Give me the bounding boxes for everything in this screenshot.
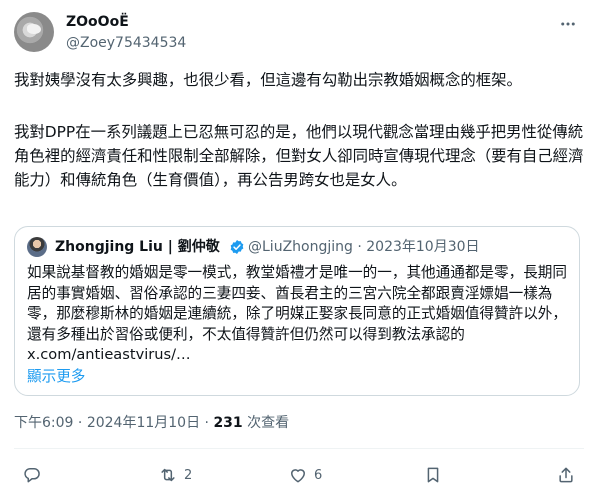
tweet-text-paragraph: 我對姨學沒有太多興趣，也很少看，但這邊有勾勒出宗教婚姻概念的框架。	[14, 71, 522, 89]
tweet: ZOoOoË @Zoey75434534 我對姨學沒有太多興趣，也很少看，但這邊…	[0, 0, 598, 504]
like-count: 6	[314, 467, 323, 483]
bookmark-icon	[427, 467, 439, 483]
heart-icon	[291, 469, 305, 483]
reply-icon	[24, 468, 40, 483]
author-handle[interactable]: @Zoey75434534	[66, 34, 186, 52]
views-label: 次查看	[247, 415, 290, 431]
tweet-time[interactable]: 下午6:09	[14, 415, 73, 431]
quoted-meta: @LiuZhongjing · 2023年10月30日	[248, 238, 480, 256]
divider	[14, 448, 584, 449]
more-icon	[561, 22, 575, 26]
views-count: 231	[213, 415, 243, 431]
author-avatar[interactable]	[14, 12, 54, 52]
bookmark-button[interactable]	[423, 464, 443, 486]
tweet-text-paragraph: 我對DPP在一系列議題上已忍無可忍的是，他們以現代觀念當理由幾乎把男性從傳統角色…	[14, 123, 584, 189]
quoted-tweet-card[interactable]: Zhongjing Liu | 劉仲敬 @LiuZhongjing · 2023…	[14, 226, 580, 396]
retweet-button[interactable]: 2	[158, 464, 192, 486]
more-options-button[interactable]	[556, 14, 580, 34]
show-more-link[interactable]: 顯示更多	[27, 367, 85, 387]
quoted-author-display-name: Zhongjing Liu | 劉仲敬	[55, 239, 220, 255]
tweet-date[interactable]: 2024年11月10日	[87, 415, 200, 431]
quoted-tweet-text: 如果說基督教的婚姻是零一模式，教堂婚禮才是唯一的一，其他通通都是零，長期同居的事…	[27, 264, 567, 364]
quoted-author-avatar	[27, 237, 47, 257]
verified-badge-icon	[230, 240, 244, 254]
tweet-meta: 下午6:09 · 2024年11月10日 · 231 次查看	[14, 414, 289, 432]
reply-button[interactable]	[22, 464, 48, 486]
quoted-date: 2023年10月30日	[366, 239, 480, 255]
share-button[interactable]	[556, 464, 576, 486]
quoted-author-handle: @LiuZhongjing	[248, 239, 353, 255]
author-display-name[interactable]: ZOoOoË	[66, 13, 129, 31]
meta-separator: ·	[77, 415, 83, 431]
retweet-icon	[161, 468, 175, 482]
like-button[interactable]: 6	[288, 464, 322, 486]
meta-separator: ·	[204, 415, 209, 431]
quoted-meta-separator: ·	[357, 239, 362, 255]
share-icon	[559, 467, 573, 483]
retweet-count: 2	[184, 467, 193, 483]
